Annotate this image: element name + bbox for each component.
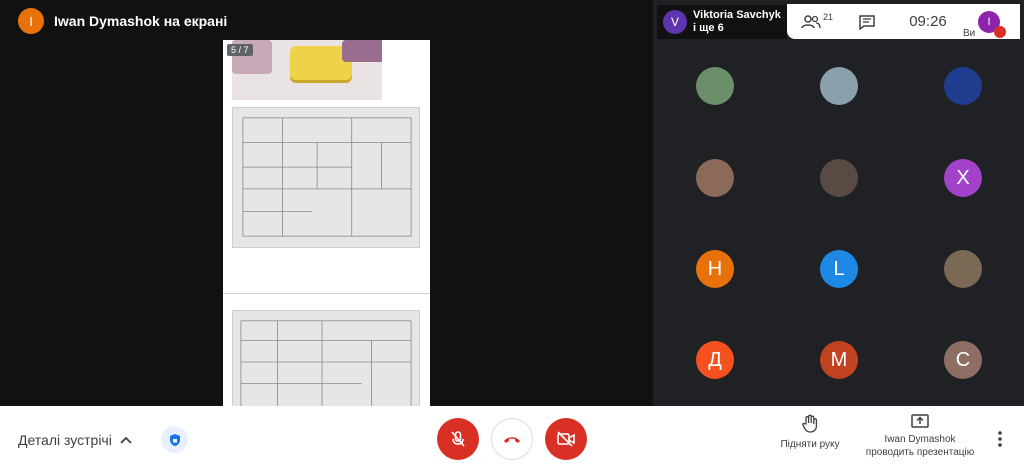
presentation-stage: I Iwan Dymashok на екрані 5 / 7 bbox=[0, 0, 653, 406]
page-indicator: 5 / 7 bbox=[227, 44, 253, 56]
pinned-avatar: V bbox=[663, 10, 687, 34]
hang-up-icon bbox=[504, 437, 520, 443]
participant-tile[interactable] bbox=[944, 67, 982, 105]
participant-letter: C bbox=[955, 348, 971, 371]
participant-tile[interactable]: C bbox=[944, 341, 982, 379]
more-vert-icon bbox=[998, 431, 1002, 447]
participant-tile[interactable]: M bbox=[820, 341, 858, 379]
presenter-header: I Iwan Dymashok на екрані bbox=[18, 8, 227, 34]
participant-letter: L bbox=[833, 257, 845, 280]
mic-off-icon bbox=[451, 431, 465, 447]
raise-hand-label: Підняти руку bbox=[780, 439, 840, 450]
sketch-image-2 bbox=[232, 310, 420, 406]
participant-tile[interactable] bbox=[820, 159, 858, 197]
bottom-toolbar: Деталі зустрічі Підняти руку Iwan Dymash… bbox=[0, 406, 1024, 474]
presentation-button[interactable]: Iwan Dymashok проводить презентацію bbox=[858, 414, 982, 459]
meeting-details-label: Деталі зустрічі bbox=[18, 432, 112, 448]
participant-tile[interactable] bbox=[696, 67, 734, 105]
chat-button[interactable] bbox=[847, 14, 887, 30]
meeting-time: 09:26 bbox=[909, 13, 947, 30]
participant-tile[interactable]: Н bbox=[696, 250, 734, 288]
pinned-name: Viktoria Savchyk bbox=[693, 9, 781, 21]
camera-off-icon bbox=[557, 431, 575, 447]
security-button[interactable] bbox=[161, 426, 188, 453]
pinned-participant[interactable]: V Viktoria Savchyk і ще 6 bbox=[657, 5, 787, 39]
leave-call-button[interactable] bbox=[491, 418, 533, 460]
clock: 09:26 bbox=[887, 13, 969, 30]
participant-letter: Н bbox=[707, 257, 723, 280]
shield-lock-icon bbox=[169, 433, 180, 446]
sketch-drawing-2 bbox=[240, 320, 412, 406]
participant-tile[interactable] bbox=[820, 67, 858, 105]
raise-hand-button[interactable]: Підняти руку bbox=[770, 414, 850, 451]
participant-tile[interactable]: X bbox=[944, 159, 982, 197]
camera-toggle-button[interactable] bbox=[545, 418, 587, 460]
participant-letter: Д bbox=[708, 348, 722, 371]
sketch-drawing bbox=[242, 117, 412, 237]
product-photo bbox=[232, 40, 382, 100]
muted-mic-icon bbox=[994, 25, 1006, 38]
self-avatar: I bbox=[978, 10, 1006, 38]
mic-toggle-button[interactable] bbox=[437, 418, 479, 460]
pillow-image-b bbox=[342, 40, 382, 62]
participant-letter: X bbox=[956, 166, 970, 189]
self-avatar-letter: I bbox=[987, 15, 991, 28]
present-screen-icon bbox=[911, 414, 929, 428]
people-icon bbox=[801, 14, 821, 28]
chevron-up-icon bbox=[120, 436, 132, 444]
shared-document: 5 / 7 bbox=[223, 40, 430, 406]
hand-icon bbox=[802, 414, 818, 433]
presenter-title: Iwan Dymashok на екрані bbox=[54, 13, 228, 29]
page-separator bbox=[223, 293, 430, 294]
presenter-avatar: I bbox=[18, 8, 44, 34]
sketch-image-1 bbox=[232, 107, 420, 248]
meeting-details-button[interactable]: Деталі зустрічі bbox=[18, 432, 132, 448]
participant-letter: M bbox=[830, 348, 848, 371]
pinned-others: і ще 6 bbox=[693, 22, 724, 34]
participant-tile[interactable]: Д bbox=[696, 341, 734, 379]
people-button[interactable]: 21 bbox=[787, 11, 847, 29]
presenter-name-label: Iwan Dymashok bbox=[884, 434, 956, 445]
participant-tile[interactable] bbox=[944, 250, 982, 288]
top-info-bar: 21 09:26 I Ви bbox=[787, 4, 1020, 39]
more-options-button[interactable] bbox=[996, 430, 1004, 453]
presenting-label: проводить презентацію bbox=[865, 447, 975, 458]
self-label: Ви bbox=[963, 28, 976, 39]
participant-tile[interactable]: L bbox=[820, 250, 858, 288]
chat-icon bbox=[859, 14, 875, 30]
participant-count: 21 bbox=[822, 11, 833, 22]
participant-tile[interactable] bbox=[696, 159, 734, 197]
participant-grid: X Н L Д M C bbox=[653, 40, 1024, 406]
